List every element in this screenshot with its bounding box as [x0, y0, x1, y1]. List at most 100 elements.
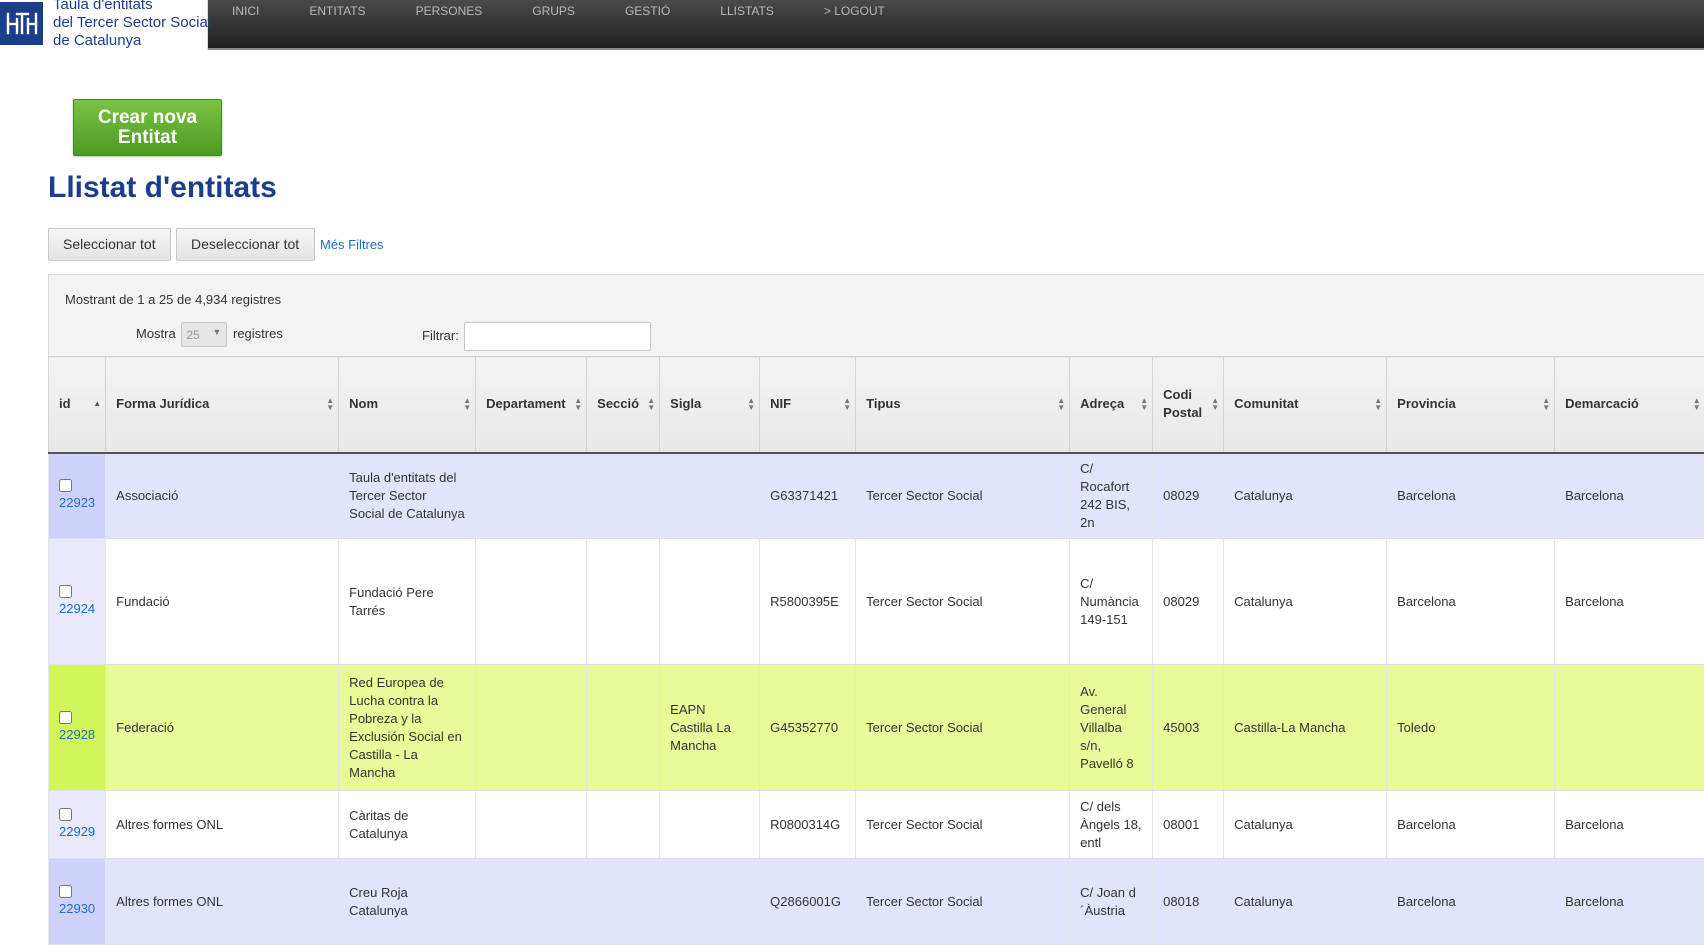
table-cell: Altres formes ONL: [106, 859, 339, 945]
table-cell: Barcelona: [1555, 859, 1704, 945]
page-size-value: 25: [186, 328, 199, 342]
column-header[interactable]: Codi Postal▲▼: [1153, 357, 1224, 453]
table-cell: Red Europea de Lucha contra la Pobreza y…: [339, 665, 476, 791]
row-id-link[interactable]: 22923: [59, 495, 95, 510]
row-id-link[interactable]: 22929: [59, 824, 95, 839]
nav-logout[interactable]: > LOGOUT: [799, 0, 910, 48]
column-header[interactable]: Sigla▲▼: [660, 357, 760, 453]
table-cell: Barcelona: [1387, 859, 1555, 945]
sort-icon: ▲▼: [1211, 397, 1219, 411]
table-cell: [587, 453, 660, 539]
table-cell: Tercer Sector Social: [856, 791, 1070, 859]
table-cell: [1555, 665, 1704, 791]
logo-line-2: del Tercer Sector Social: [53, 14, 209, 32]
table-cell: [476, 665, 587, 791]
table-cell: [660, 453, 760, 539]
table-cell: Tercer Sector Social: [856, 539, 1070, 665]
table-cell: [476, 859, 587, 945]
table-row[interactable]: 22929Altres formes ONLCàritas de Catalun…: [49, 791, 1704, 859]
page-title: Llistat d'entitats: [48, 171, 277, 205]
table-cell: Catalunya: [1224, 791, 1387, 859]
nav-persones[interactable]: PERSONES: [391, 0, 508, 48]
column-header[interactable]: Forma Jurídica▲▼: [106, 357, 339, 453]
row-checkbox[interactable]: [59, 808, 72, 821]
logo-text: Taula d'entitats del Tercer Sector Socia…: [53, 0, 209, 50]
row-id-link[interactable]: 22928: [59, 727, 95, 742]
sort-icon: ▲▼: [1542, 397, 1550, 411]
page-size-select[interactable]: 25▼: [181, 322, 227, 347]
table-cell: Tercer Sector Social: [856, 453, 1070, 539]
row-id-link[interactable]: 22930: [59, 901, 95, 916]
sort-icon: ▲▼: [1140, 397, 1148, 411]
table-cell: Associació: [106, 453, 339, 539]
logo[interactable]: Taula d'entitats del Tercer Sector Socia…: [0, 0, 208, 50]
table-cell: 08029: [1153, 453, 1224, 539]
nav-grups[interactable]: GRUPS: [507, 0, 600, 48]
create-entity-button-line-1: Crear nova: [74, 108, 221, 128]
table-cell: Q2866001G: [760, 859, 856, 945]
table-cell: Catalunya: [1224, 453, 1387, 539]
table-header-row: id▲Forma Jurídica▲▼Nom▲▼Departament▲▼Sec…: [49, 357, 1704, 453]
table-cell: Catalunya: [1224, 859, 1387, 945]
row-id-link[interactable]: 22924: [59, 601, 95, 616]
table-info: Mostrant de 1 a 25 de 4,934 registres: [65, 292, 281, 307]
table-cell: C/ Rocafort 242 BIS, 2n: [1070, 453, 1153, 539]
column-header[interactable]: Adreça▲▼: [1070, 357, 1153, 453]
column-header[interactable]: Provincia▲▼: [1387, 357, 1555, 453]
table-cell: EAPN Castilla La Mancha: [660, 665, 760, 791]
column-header[interactable]: Tipus▲▼: [856, 357, 1070, 453]
select-all-button[interactable]: Seleccionar tot: [48, 228, 171, 261]
nav-inici[interactable]: INICI: [207, 0, 284, 48]
table-row[interactable]: 22923 AssociacióTaula d'entitats del Terc…: [49, 453, 1704, 539]
table-cell: Barcelona: [1387, 539, 1555, 665]
column-header-label: Secció: [597, 396, 639, 411]
table-row[interactable]: 22924FundacióFundació Pere TarrésR580039…: [49, 539, 1704, 665]
row-checkbox[interactable]: [59, 711, 72, 724]
column-header[interactable]: Demarcació▲▼: [1555, 357, 1704, 453]
table-cell: C/ dels Àngels 18, entl: [1070, 791, 1153, 859]
row-id-cell: 22924: [49, 539, 106, 665]
row-checkbox[interactable]: [59, 885, 72, 898]
column-header[interactable]: Departament▲▼: [476, 357, 587, 453]
table-cell: Càritas de Catalunya: [339, 791, 476, 859]
nav-gestio[interactable]: GESTIÓ: [600, 0, 695, 48]
column-header[interactable]: Secció▲▼: [587, 357, 660, 453]
table-cell: [660, 539, 760, 665]
table-row[interactable]: 22930Altres formes ONLCreu Roja Cataluny…: [49, 859, 1704, 945]
table-cell: G45352770: [760, 665, 856, 791]
column-header[interactable]: Comunitat▲▼: [1224, 357, 1387, 453]
table-cell: 08018: [1153, 859, 1224, 945]
table-cell: Catalunya: [1224, 539, 1387, 665]
create-entity-button[interactable]: Crear nova Entitat: [73, 99, 222, 156]
filter-input[interactable]: [464, 322, 651, 351]
table-cell: Barcelona: [1387, 791, 1555, 859]
column-header[interactable]: Nom▲▼: [339, 357, 476, 453]
nav-llistats[interactable]: LLISTATS: [695, 0, 799, 48]
table-cell: Federació: [106, 665, 339, 791]
table-wrapper: Mostrant de 1 a 25 de 4,934 registres Mo…: [48, 274, 1704, 876]
table-cell: 45003: [1153, 665, 1224, 791]
table-cell: Tercer Sector Social: [856, 859, 1070, 945]
column-header-label: id: [59, 396, 71, 411]
deselect-all-button[interactable]: Deseleccionar tot: [176, 228, 315, 261]
top-navigation-bar: Taula d'entitats del Tercer Sector Socia…: [0, 0, 1704, 50]
column-header[interactable]: id▲: [49, 357, 106, 453]
column-header[interactable]: NIF▲▼: [760, 357, 856, 453]
table-cell: R5800395E: [760, 539, 856, 665]
page-size-control: Mostra 25▼ registres: [136, 322, 283, 347]
table-cell: R0800314G: [760, 791, 856, 859]
sort-icon: ▲▼: [1057, 397, 1065, 411]
row-checkbox[interactable]: [59, 585, 72, 598]
row-id-cell: 22928: [49, 665, 106, 791]
nav-entitats[interactable]: ENTITATS: [284, 0, 390, 48]
sort-icon: ▲▼: [463, 397, 471, 411]
sort-icon: ▲▼: [1693, 397, 1701, 411]
more-filters-link[interactable]: Més Filtres: [320, 237, 384, 252]
row-checkbox[interactable]: [59, 479, 72, 492]
create-entity-button-line-2: Entitat: [74, 128, 221, 148]
table-cell: Taula d'entitats del Tercer Sector Socia…: [339, 453, 476, 539]
sort-icon: ▲▼: [574, 397, 582, 411]
table-row[interactable]: 22928 FederacióRed Europea de Lucha contr…: [49, 665, 1704, 791]
table-cell: [660, 859, 760, 945]
column-header-label: Comunitat: [1234, 396, 1298, 411]
